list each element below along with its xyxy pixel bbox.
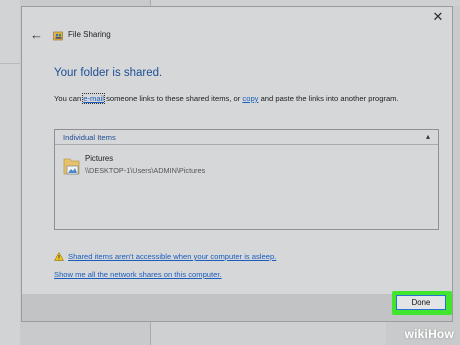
dialog-footer: Done [22,291,452,321]
file-sharing-icon [53,31,63,41]
background-window-bottom [150,322,386,345]
list-item[interactable]: Pictures \\DESKTOP-1\Users\ADMIN\Picture… [63,152,363,182]
item-path: \\DESKTOP-1\Users\ADMIN\Pictures [85,166,206,175]
watermark-how: How [428,327,454,341]
sleep-warning-link[interactable]: Shared items aren't accessible when your… [68,252,276,261]
copy-link[interactable]: copy [242,94,258,103]
shared-items-list: Individual Items ▴ Pictures \\DESKTOP-1\… [54,129,439,230]
divider [55,144,438,145]
folder-icon [63,158,80,175]
description-part: someone links to these shared items, or [103,94,243,103]
item-name: Pictures [85,154,114,163]
watermark-wiki: wiki [404,327,429,341]
network-shares-link[interactable]: Show me all the network shares on this c… [54,270,222,279]
email-link[interactable]: e-mail [82,93,105,104]
warning-icon [54,252,64,261]
done-button[interactable]: Done [396,295,446,310]
description-part: and paste the links into another program… [258,94,399,103]
dialog-title: File Sharing [68,30,111,39]
background-divider [0,63,20,64]
wikihow-watermark: wikiHow [405,327,454,341]
collapse-icon[interactable]: ▴ [426,132,430,141]
items-group-header[interactable]: Individual Items [63,133,116,142]
back-arrow-icon[interactable]: ← [30,28,43,42]
description-part: You can [54,94,84,103]
close-icon[interactable]: ✕ [430,9,446,25]
page-title: Your folder is shared. [54,67,163,79]
background-window-left [0,0,20,345]
file-sharing-dialog: ✕ ← File Sharing Your folder is shared. … [21,6,453,322]
description-text: You can e-mail someone links to these sh… [54,93,399,104]
